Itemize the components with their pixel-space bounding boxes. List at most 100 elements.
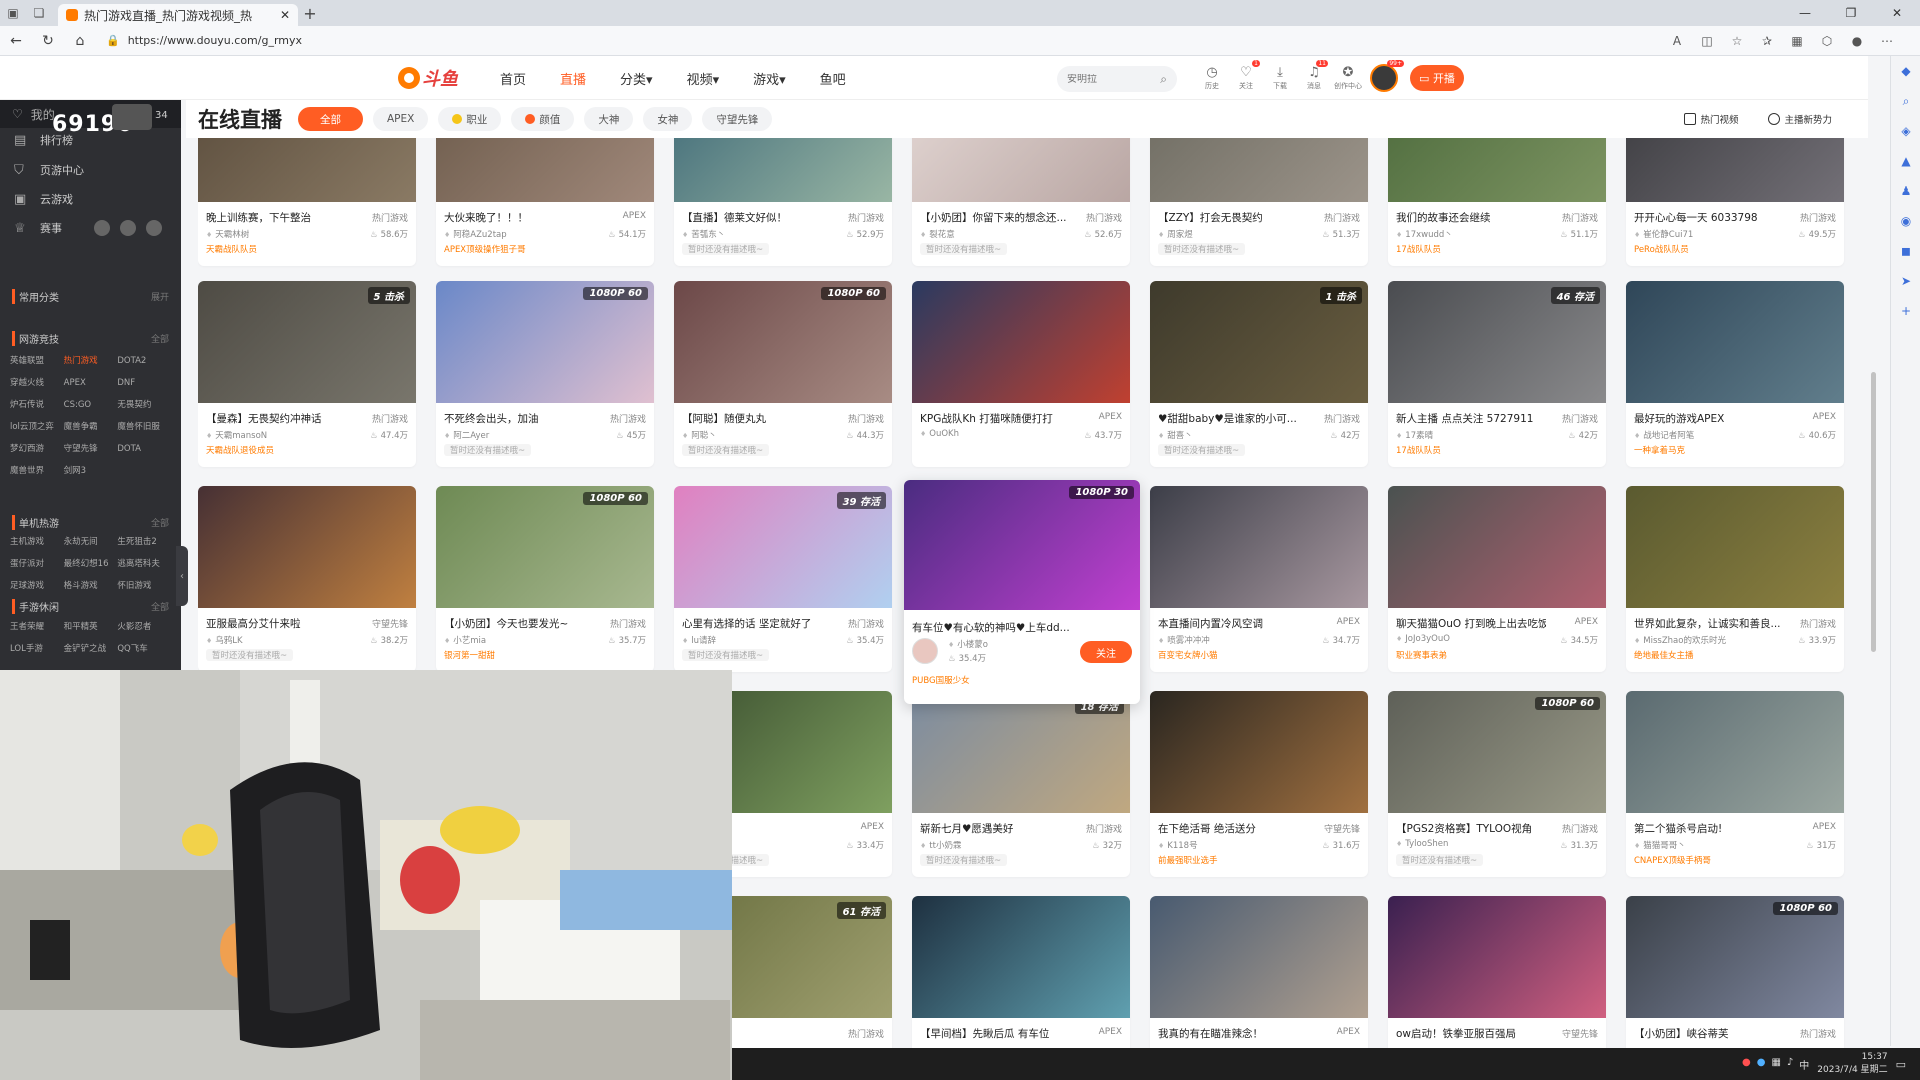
anchor-name[interactable]: 天霸mansoN bbox=[206, 429, 267, 441]
stream-category[interactable]: 热门游戏 bbox=[372, 211, 408, 224]
stream-category[interactable]: APEX bbox=[1337, 1027, 1360, 1037]
filter-tag[interactable]: 女神 bbox=[643, 107, 693, 131]
header-heart-button[interactable]: ♡ 关注 1 bbox=[1232, 60, 1260, 96]
workspaces-icon[interactable]: ▣ bbox=[0, 0, 26, 26]
filter-tag[interactable]: 大神 bbox=[584, 107, 634, 131]
new-tab-button[interactable]: + bbox=[298, 2, 322, 24]
shopping-icon[interactable]: ◈ bbox=[1891, 116, 1920, 146]
system-clock[interactable]: 15:37 2023/7/4 星期二 bbox=[1817, 1051, 1887, 1077]
stream-category[interactable]: 热门游戏 bbox=[1086, 822, 1122, 835]
stream-title[interactable]: 亚服最高分艾什来啦 bbox=[206, 616, 356, 631]
anchor-name[interactable]: 苦瓠东丶 bbox=[682, 228, 725, 240]
anchor-name[interactable]: MissZhao的欢乐时光 bbox=[1634, 634, 1726, 646]
stream-category[interactable]: APEX bbox=[1813, 412, 1836, 422]
go-live-button[interactable]: ▭ 开播 bbox=[1410, 65, 1464, 91]
stream-title[interactable]: 最好玩的游戏APEX bbox=[1634, 411, 1784, 426]
stream-title[interactable]: 第二个猫杀号启动! bbox=[1634, 821, 1784, 836]
live-room-card[interactable]: 在下绝活哥 绝活送分 守望先锋 K118号 31.6万前最强职业选手 bbox=[1150, 691, 1368, 877]
anchor-name[interactable]: 阿二Ayer bbox=[444, 429, 489, 441]
live-room-card[interactable]: 第二个猫杀号启动! APEX 猫猫哥哥丶 31万 CNAPEX顶级手柄哥 bbox=[1626, 691, 1844, 877]
search-icon[interactable]: ⌕ bbox=[1160, 72, 1167, 87]
live-room-card[interactable]: 最好玩的游戏APEX APEX 战地记者阿笔 40.6万一种拿着马克 bbox=[1626, 281, 1844, 467]
stream-thumbnail[interactable] bbox=[1388, 896, 1606, 1018]
stream-category[interactable]: 热门游戏 bbox=[1562, 822, 1598, 835]
anchor-name[interactable]: 阿聪丶 bbox=[682, 429, 717, 441]
stream-thumbnail[interactable] bbox=[674, 138, 892, 202]
office-icon[interactable]: ◉ bbox=[1891, 206, 1920, 236]
anchor-name[interactable]: 裂花意 bbox=[920, 228, 955, 240]
filter-tag[interactable]: 职业 bbox=[438, 107, 502, 131]
stream-title[interactable]: 本直播间内置冷风空调 bbox=[1158, 616, 1308, 631]
anchor-name[interactable]: tt小奶霖 bbox=[920, 839, 961, 851]
section-more-link[interactable]: 展开 bbox=[151, 290, 169, 303]
anchor-name[interactable]: 周家煜 bbox=[1158, 228, 1193, 240]
anchor-name[interactable]: 17素晴 bbox=[1396, 429, 1433, 441]
refresh-button[interactable]: ↻ bbox=[32, 26, 64, 56]
stream-title[interactable]: 大伙来晚了！！！ bbox=[444, 210, 594, 225]
stream-thumbnail[interactable] bbox=[198, 486, 416, 608]
stream-title[interactable]: 我们的故事还会继续 bbox=[1396, 210, 1546, 225]
stream-thumbnail[interactable]: 46 存活 bbox=[1388, 281, 1606, 403]
top-nav-item[interactable]: 视频▾ bbox=[687, 69, 720, 88]
live-room-card[interactable]: 本直播间内置冷风空调 APEX 喷雾冲冲冲 34.7万百变宅女牌小猫 bbox=[1150, 486, 1368, 672]
stream-category[interactable]: 热门游戏 bbox=[610, 617, 646, 630]
live-room-card[interactable]: 开开心心每一天 6033798 热门游戏崔伦静Cui71 49.5万 PeRo战队队员 bbox=[1626, 138, 1844, 266]
live-room-card[interactable]: 【早间档】先瞅后瓜 有车位 APEX bbox=[912, 896, 1130, 1048]
live-room-card[interactable]: 【直播】德莱文好似！ 热门游戏苦瓠东丶 52.9万暂时还没有描述哦~ bbox=[674, 138, 892, 266]
stream-thumbnail[interactable]: 1080P 60 bbox=[674, 281, 892, 403]
sidebar-category-item[interactable]: 炉石传说 bbox=[10, 398, 64, 412]
sidebar-category-item[interactable]: APEX bbox=[64, 376, 118, 390]
section-more-link[interactable]: 全部 bbox=[151, 332, 169, 345]
live-room-card[interactable]: 聊天猫猫OuO 打到晚上出去吃饭 APEX JoJo3yOuO 34.5万职业赛事表弟 bbox=[1388, 486, 1606, 672]
hot-video-link[interactable]: 热门视频 bbox=[1684, 112, 1738, 126]
stream-category[interactable]: 热门游戏 bbox=[1800, 211, 1836, 224]
stream-category[interactable]: APEX bbox=[623, 211, 646, 221]
stream-title[interactable]: 【曼森】无畏契约冲神话 bbox=[206, 411, 356, 426]
stream-category[interactable]: 热门游戏 bbox=[1562, 412, 1598, 425]
stream-title[interactable]: 【PGS2资格赛】TYLOO视角 bbox=[1396, 821, 1546, 836]
anchor-name[interactable]: 甜喜丶 bbox=[1158, 429, 1193, 441]
sidebar-category-item[interactable]: 和平精英 bbox=[64, 620, 118, 634]
user-avatar[interactable]: 99+ bbox=[1370, 60, 1404, 92]
sidebar-category-item[interactable]: 梦幻西游 bbox=[10, 442, 64, 456]
stream-category[interactable]: 守望先锋 bbox=[372, 617, 408, 630]
add-sidebar-icon[interactable]: + bbox=[1891, 296, 1920, 326]
sidebar-user[interactable]: ♡ 我的 69190 34 bbox=[0, 100, 181, 137]
stream-title[interactable]: KPG战队Kh 打猫咪随便打打 bbox=[920, 411, 1070, 426]
search-sidebar-icon[interactable]: ⌕ bbox=[1891, 86, 1920, 116]
stream-thumbnail[interactable] bbox=[436, 138, 654, 202]
stream-thumbnail[interactable]: 18 存活 bbox=[912, 691, 1130, 813]
live-room-card[interactable]: 1080P 60 【阿聪】随便丸丸 热门游戏阿聪丶 44.3万暂时还没有描述哦~ bbox=[674, 281, 892, 467]
stream-thumbnail[interactable] bbox=[1150, 486, 1368, 608]
live-room-card[interactable]: 5 击杀【曼森】无畏契约冲神话 热门游戏天霸mansoN 47.4万天霸战队退役成员 bbox=[198, 281, 416, 467]
follow-button[interactable]: 关注 bbox=[1080, 641, 1132, 663]
anchor-name[interactable]: 小艺mia bbox=[444, 634, 486, 646]
stream-thumbnail[interactable]: 1080P 60 bbox=[436, 486, 654, 608]
sidebar-category-item[interactable]: 主机游戏 bbox=[10, 535, 64, 549]
new-anchor-link[interactable]: 主播新势力 bbox=[1768, 112, 1832, 126]
sidebar-category-item[interactable]: 无畏契约 bbox=[117, 398, 171, 412]
stream-category[interactable]: 热门游戏 bbox=[848, 412, 884, 425]
stream-thumbnail[interactable]: 1080P 30 bbox=[904, 480, 1140, 610]
stream-category[interactable]: 热门游戏 bbox=[610, 412, 646, 425]
profile-avatar-icon[interactable]: ● bbox=[1844, 28, 1870, 54]
live-room-card[interactable]: ow启动！铁拳亚服百强局 守望先锋 bbox=[1388, 896, 1606, 1048]
stream-category[interactable]: 热门游戏 bbox=[372, 412, 408, 425]
anchor-name[interactable]: 17xwudd丶 bbox=[1396, 228, 1452, 240]
stream-category[interactable]: APEX bbox=[1337, 617, 1360, 627]
live-room-card[interactable]: 1080P 60 【PGS2资格赛】TYLOO视角 热门游戏 TylooShen 31.… bbox=[1388, 691, 1606, 877]
douyu-logo[interactable]: 斗鱼 bbox=[398, 64, 460, 92]
header-bell-button[interactable]: ♫ 消息 11 bbox=[1300, 60, 1328, 96]
stream-thumbnail[interactable] bbox=[1388, 486, 1606, 608]
top-nav-item[interactable]: 游戏▾ bbox=[753, 69, 786, 88]
games-icon[interactable]: ♟ bbox=[1891, 176, 1920, 206]
close-window-button[interactable]: ✕ bbox=[1874, 0, 1920, 26]
stream-thumbnail[interactable]: 1080P 60 bbox=[1626, 896, 1844, 1018]
stream-thumbnail[interactable]: 1 击杀 bbox=[1150, 281, 1368, 403]
live-room-card[interactable]: KPG战队Kh 打猫咪随便打打 APEX OuOKh 43.7万 bbox=[912, 281, 1130, 467]
tray-volume-icon[interactable]: ♪ bbox=[1787, 1057, 1793, 1072]
top-nav-item[interactable]: 直播 bbox=[560, 69, 586, 88]
stream-thumbnail[interactable]: 39 存活 bbox=[674, 486, 892, 608]
live-room-card[interactable]: 晚上训练赛，下午整治 热门游戏天霸林树 58.6万天霸战队队员 bbox=[198, 138, 416, 266]
tray-app-icon[interactable]: ● bbox=[1757, 1057, 1766, 1072]
